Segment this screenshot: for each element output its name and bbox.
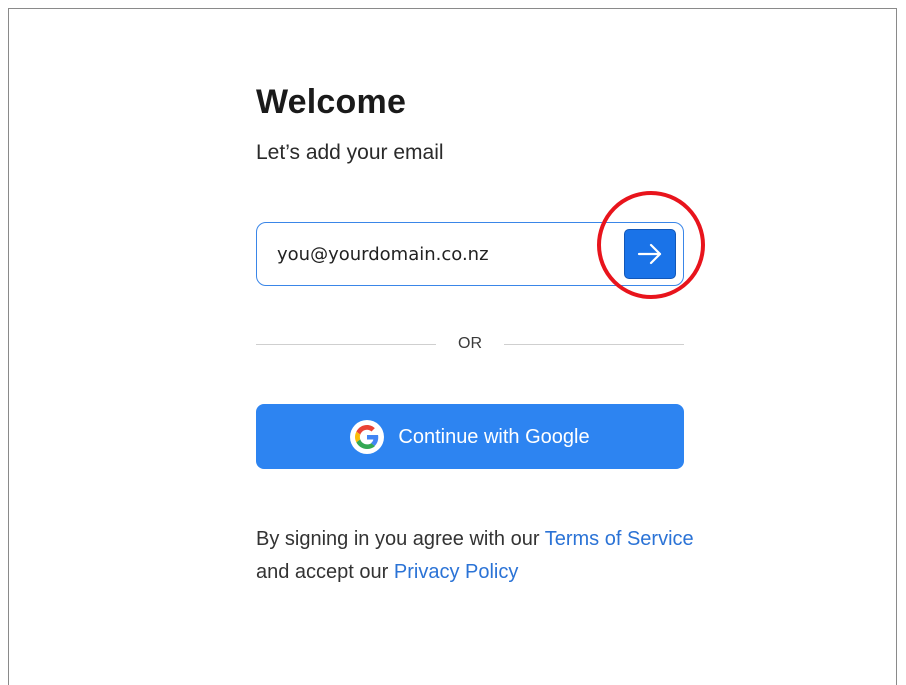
continue-with-google-button[interactable]: Continue with Google — [256, 404, 684, 469]
page-title: Welcome — [256, 83, 407, 121]
privacy-policy-link[interactable]: Privacy Policy — [394, 561, 518, 583]
google-logo-icon — [350, 419, 385, 454]
terms-notice: By signing in you agree with our Terms o… — [256, 523, 696, 589]
email-submit-button[interactable] — [624, 229, 676, 279]
arrow-right-icon — [637, 243, 662, 265]
divider-line-right — [504, 344, 684, 345]
page-subtitle: Let’s add your email — [256, 141, 444, 164]
email-field-container — [256, 222, 684, 286]
or-divider: OR — [256, 334, 684, 354]
terms-middle-text: and accept our — [256, 561, 394, 583]
terms-prefix-text: By signing in you agree with our — [256, 528, 545, 550]
divider-label: OR — [458, 335, 482, 352]
divider-line-left — [256, 344, 436, 345]
google-button-label: Continue with Google — [398, 425, 590, 448]
terms-of-service-link[interactable]: Terms of Service — [545, 528, 694, 550]
email-input[interactable] — [277, 241, 597, 267]
